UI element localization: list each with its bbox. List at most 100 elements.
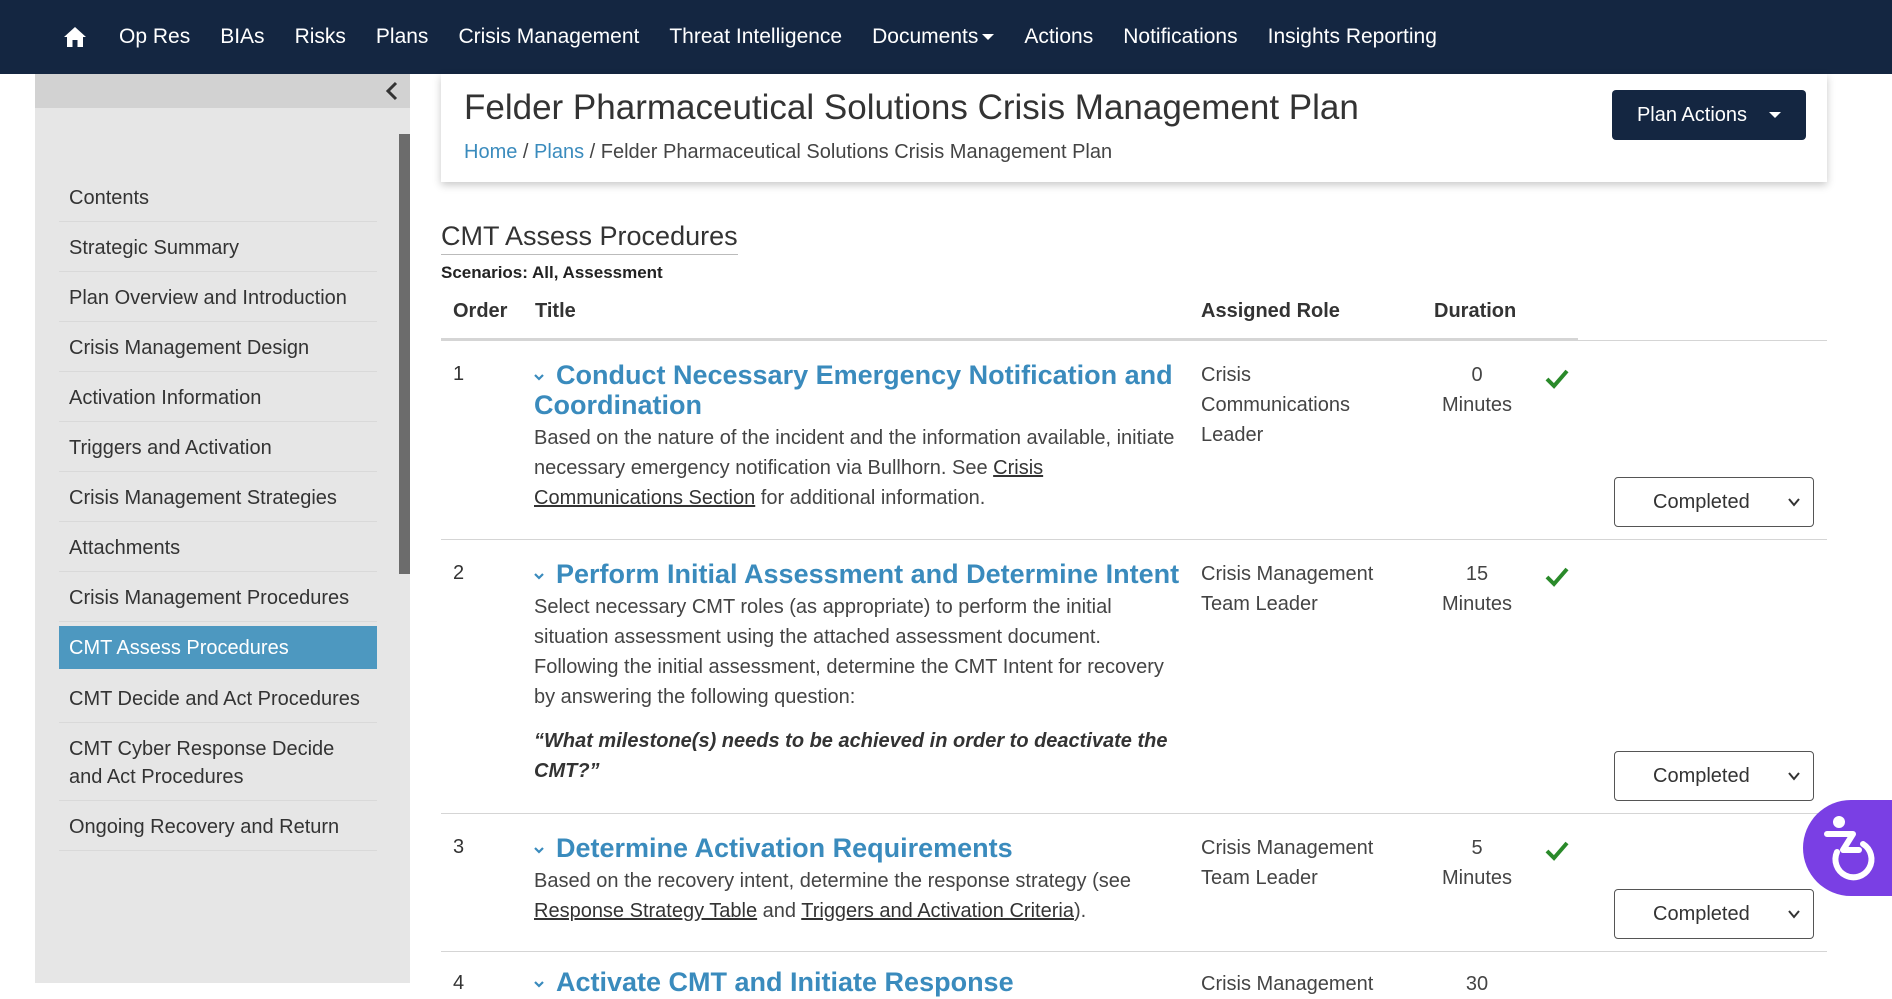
assigned-role: Crisis Communications Leader	[1201, 364, 1350, 446]
home-icon[interactable]	[46, 22, 104, 52]
table-row: Perform Initial Assessment and Determine…	[534, 559, 1184, 786]
nav-crisis-management[interactable]: Crisis Management	[443, 25, 654, 49]
duration-value: 15	[1465, 563, 1489, 585]
table-row: Conduct Necessary Emergency Notification…	[534, 360, 1184, 513]
sidebar-collapse-bar	[35, 74, 410, 108]
description-text: Based on the recovery intent, determine …	[534, 870, 1132, 892]
column-header-assigned-role: Assigned Role	[1201, 300, 1340, 322]
sidebar: Contents Strategic Summary Plan Overview…	[35, 74, 410, 983]
assigned-role: Crisis Management Team Leader	[1201, 837, 1374, 889]
sidebar-scrollbar-thumb[interactable]	[399, 134, 410, 574]
sidebar-item-crisis-management-design[interactable]: Crisis Management Design	[59, 322, 377, 372]
row-divider	[441, 340, 1827, 341]
nav-threat-intelligence[interactable]: Threat Intelligence	[654, 25, 857, 49]
row-divider	[441, 813, 1827, 814]
sidebar-item-activation-information[interactable]: Activation Information	[59, 372, 377, 422]
sidebar-item-ongoing-recovery[interactable]: Ongoing Recovery and Return	[59, 801, 377, 851]
duration-value: 5	[1471, 837, 1483, 859]
checkmark-icon	[1545, 369, 1569, 389]
row-order: 3	[453, 836, 465, 858]
page-title: Felder Pharmaceutical Solutions Crisis M…	[464, 88, 1359, 127]
procedure-title-text: Activate CMT and Initiate Response	[556, 967, 1014, 997]
sidebar-item-strategic-summary[interactable]: Strategic Summary	[59, 222, 377, 272]
nav-actions[interactable]: Actions	[1009, 25, 1108, 49]
column-header-duration: Duration	[1434, 300, 1517, 322]
procedure-title-link[interactable]: Activate CMT and Initiate Response	[534, 967, 1184, 997]
accessibility-icon	[1824, 816, 1875, 881]
sidebar-item-cmt-assess-procedures[interactable]: CMT Assess Procedures	[59, 626, 377, 669]
procedure-title-text: Conduct Necessary Emergency Notification…	[534, 360, 1173, 420]
plan-actions-label: Plan Actions	[1636, 103, 1748, 126]
duration: 5 Minutes	[1400, 833, 1554, 893]
row-order: 2	[453, 562, 465, 584]
nav-op-res[interactable]: Op Res	[104, 25, 205, 49]
nav-risks[interactable]: Risks	[280, 25, 361, 49]
checkmark-icon	[1545, 567, 1569, 587]
duration-unit: Minutes	[1441, 593, 1513, 615]
sidebar-item-cmt-decide-and-act[interactable]: CMT Decide and Act Procedures	[59, 673, 377, 723]
nav-notifications[interactable]: Notifications	[1108, 25, 1252, 49]
status-select[interactable]: Completed	[1614, 889, 1814, 939]
chevron-down-icon	[534, 847, 544, 854]
description-text: and	[757, 900, 802, 922]
assigned-role: Crisis Management	[1201, 973, 1374, 995]
accessibility-widget-button[interactable]	[1803, 800, 1892, 896]
breadcrumb-separator: /	[589, 141, 601, 163]
procedure-title-link[interactable]: Perform Initial Assessment and Determine…	[534, 559, 1184, 589]
caret-down-icon	[1769, 112, 1782, 118]
row-divider	[441, 951, 1827, 952]
caret-down-icon	[982, 34, 995, 41]
procedure-description: Based on the nature of the incident and …	[534, 423, 1184, 513]
plan-header-card: Felder Pharmaceutical Solutions Crisis M…	[441, 74, 1827, 182]
procedure-title-link[interactable]: Determine Activation Requirements	[534, 833, 1184, 863]
chevron-down-icon	[534, 573, 544, 580]
description-text: for additional information.	[755, 487, 986, 509]
procedure-title-text: Determine Activation Requirements	[556, 833, 1013, 863]
table-row: Determine Activation Requirements Based …	[534, 833, 1184, 926]
assigned-role: Crisis Management Team Leader	[1201, 563, 1374, 615]
chevron-down-icon	[1788, 498, 1800, 507]
response-strategy-table-link[interactable]: Response Strategy Table	[534, 900, 757, 922]
row-divider	[441, 539, 1827, 540]
duration-value: 30	[1465, 973, 1489, 995]
nav-plans[interactable]: Plans	[361, 25, 444, 49]
sidebar-item-crisis-management-procedures[interactable]: Crisis Management Procedures	[59, 572, 377, 622]
nav-documents[interactable]: Documents	[857, 25, 1009, 49]
checkmark-icon	[1545, 841, 1569, 861]
procedure-description: Based on the recovery intent, determine …	[534, 866, 1184, 926]
status-select[interactable]: Completed	[1614, 477, 1814, 527]
procedure-description: Select necessary CMT roles (as appropria…	[534, 596, 1164, 708]
row-order: 4	[453, 972, 465, 994]
duration-unit: Minutes	[1441, 867, 1513, 889]
nav-bias[interactable]: BIAs	[205, 25, 279, 49]
status-select[interactable]: Completed	[1614, 751, 1814, 801]
duration-value: 0	[1471, 364, 1483, 386]
chevron-down-icon	[534, 981, 544, 988]
breadcrumb-separator: /	[522, 141, 535, 163]
breadcrumb-plans[interactable]: Plans	[534, 141, 584, 163]
section-title: CMT Assess Procedures	[441, 221, 738, 255]
sidebar-item-crisis-management-strategies[interactable]: Crisis Management Strategies	[59, 472, 377, 522]
row-order: 1	[453, 363, 465, 385]
sidebar-item-contents[interactable]: Contents	[59, 172, 377, 222]
chevron-down-icon	[1788, 910, 1800, 919]
scenarios-label: Scenarios: All, Assessment	[441, 263, 663, 282]
sidebar-item-plan-overview[interactable]: Plan Overview and Introduction	[59, 272, 377, 322]
sidebar-item-attachments[interactable]: Attachments	[59, 522, 377, 572]
triggers-activation-criteria-link[interactable]: Triggers and Activation Criteria	[801, 900, 1074, 922]
sidebar-item-cmt-cyber-response[interactable]: CMT Cyber Response Decide and Act Proced…	[59, 723, 377, 801]
breadcrumb-current: Felder Pharmaceutical Solutions Crisis M…	[600, 141, 1113, 163]
table-row: Activate CMT and Initiate Response	[534, 967, 1184, 997]
nav-documents-label: Documents	[872, 25, 979, 48]
duration: 0 Minutes	[1400, 360, 1554, 420]
chevron-left-icon[interactable]	[380, 78, 404, 104]
plan-actions-button[interactable]: Plan Actions	[1612, 90, 1806, 140]
sidebar-menu: Contents Strategic Summary Plan Overview…	[59, 172, 377, 952]
procedure-title-link[interactable]: Conduct Necessary Emergency Notification…	[534, 360, 1184, 420]
description-text: Based on the nature of the incident and …	[534, 427, 1175, 479]
status-value: Completed	[1653, 764, 1750, 787]
breadcrumb-home[interactable]: Home	[464, 141, 517, 163]
sidebar-item-triggers-and-activation[interactable]: Triggers and Activation	[59, 422, 377, 472]
top-navigation: Op Res BIAs Risks Plans Crisis Managemen…	[0, 0, 1892, 74]
nav-insights-reporting[interactable]: Insights Reporting	[1253, 25, 1452, 49]
